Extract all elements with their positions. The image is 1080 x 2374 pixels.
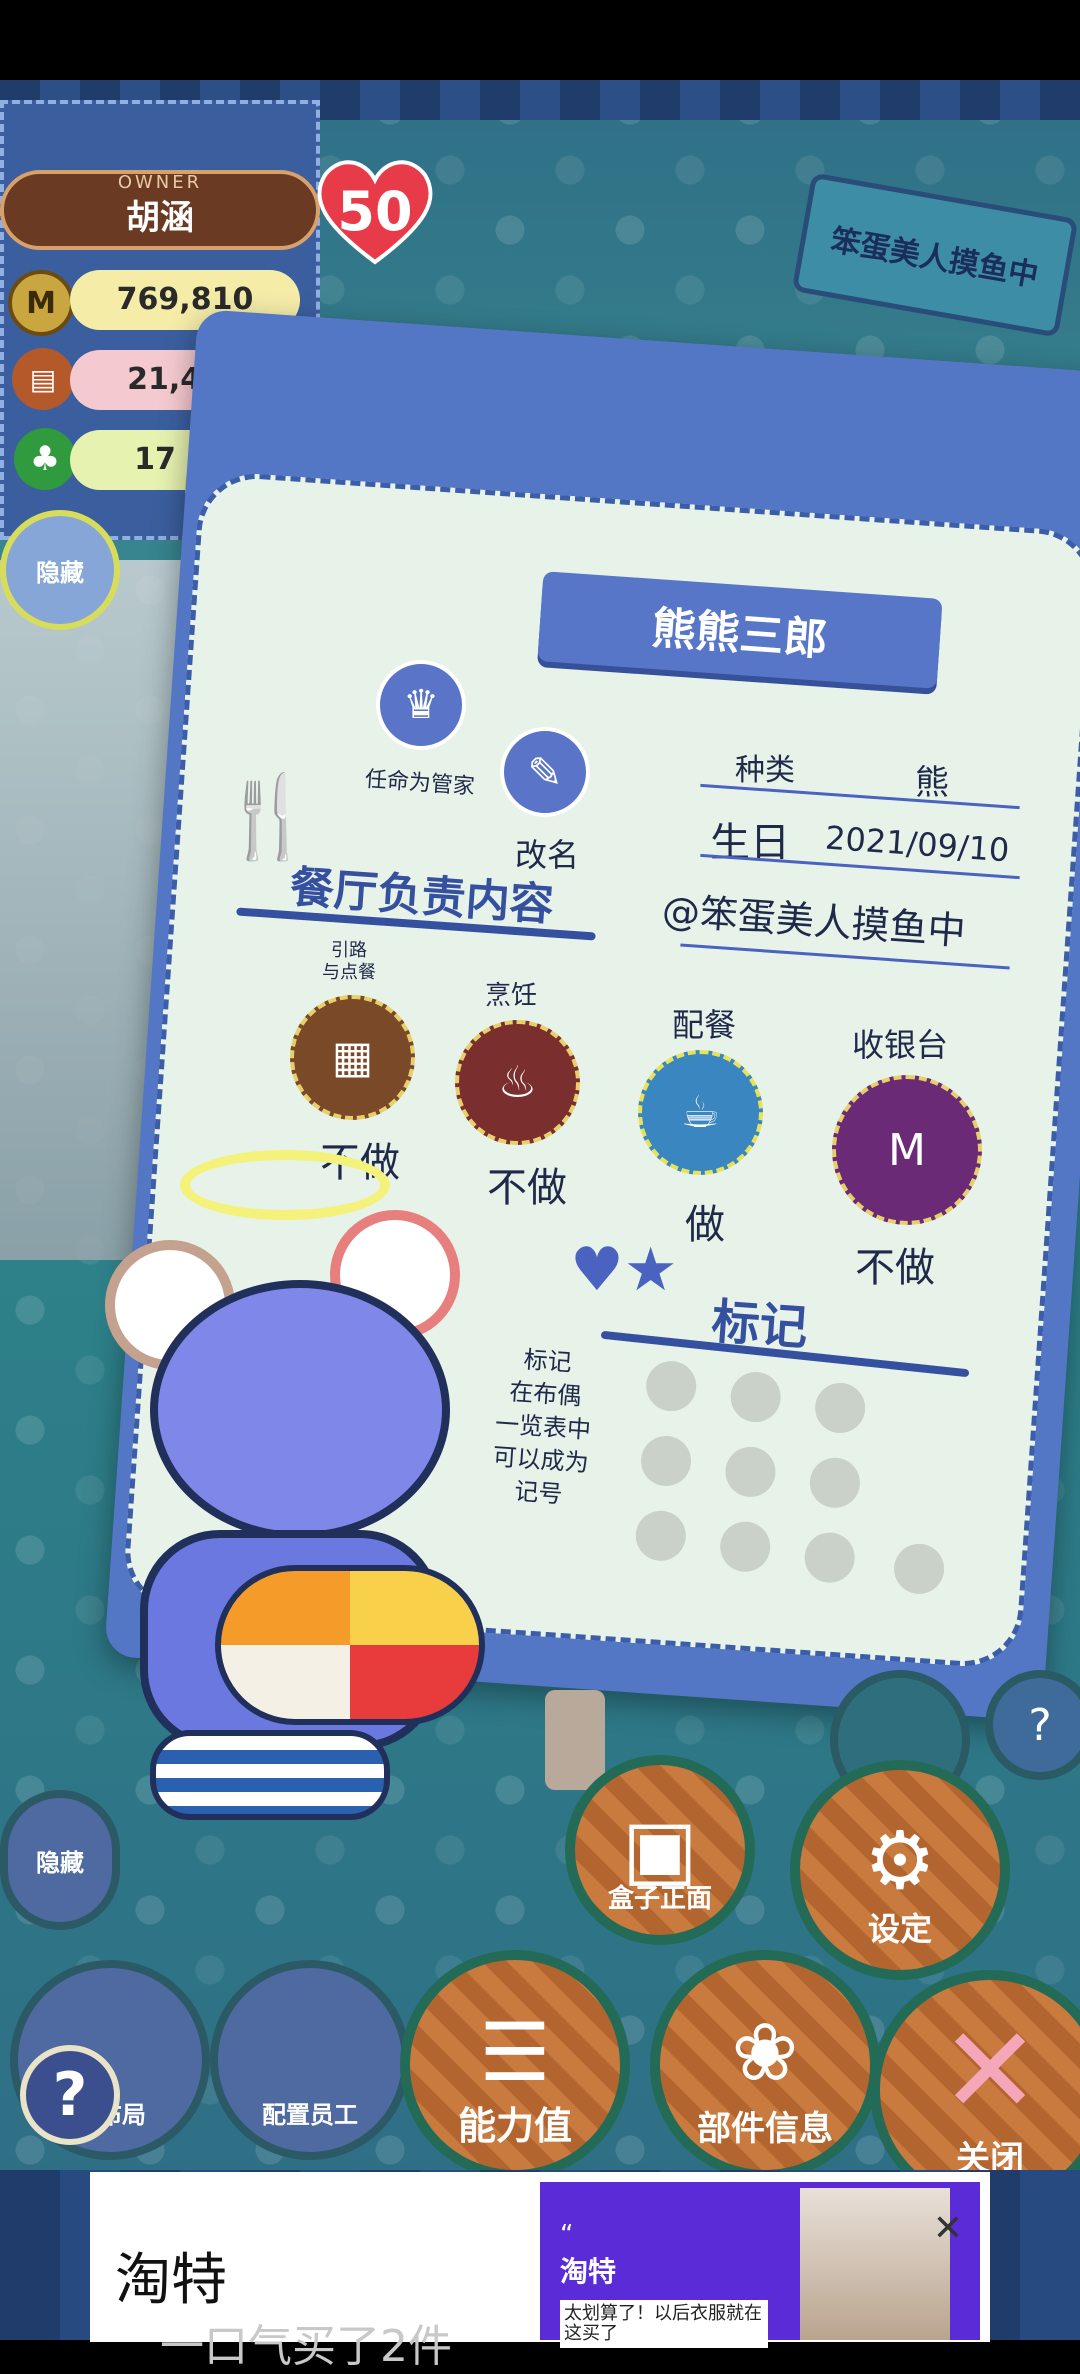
barrel-prop [545,1690,605,1790]
rename-button[interactable]: ✎ [500,727,590,817]
close-icon: ✕ [939,2002,1041,2141]
ability-stats-button[interactable]: ☰ 能力值 [400,1950,630,2180]
duty-label-guide: 引路 与点餐 [322,940,376,983]
ability-stats-label: 能力值 [457,2104,572,2148]
hide-bottom-button[interactable]: 隐藏 [0,1790,120,1930]
mark-description: 标记 在布偶 一览表中 可以成为 记号 [491,1345,592,1509]
gear-icon: ⚙ [864,1814,936,1907]
duty-status-cook: 不做 [487,1165,567,1211]
duty-label-cashier: 收银台 [852,1026,949,1064]
duty-status-serve: 做 [685,1202,725,1248]
hide-bottom-label: 隐藏 [36,1848,84,1877]
help-button[interactable]: ? [20,2045,120,2145]
character-name: 熊熊三郎 [650,602,830,667]
ad-media-note: 太划算了！以后衣服就在这买了 [560,2300,768,2348]
mark-option[interactable] [718,1520,772,1574]
settings-label: 设定 [867,1910,932,1948]
bear-character-head[interactable] [150,1280,450,1540]
duty-status-cashier: 不做 [855,1245,935,1291]
ad-close-icon[interactable]: ✕ [925,2205,971,2251]
mark-option[interactable] [808,1456,862,1510]
duty-label-serve: 配餐 [672,1006,737,1044]
type-label: 种类 [735,753,795,788]
ad-quote-mark: “ [560,2220,574,2250]
money-coin-icon: M [8,270,74,336]
fork-knife-icon: 🍴 [218,770,318,863]
bear-striped-legs [150,1730,390,1820]
type-value: 熊 [915,763,949,803]
clover-icon: ♣ [14,428,76,490]
parts-info-button[interactable]: ❀ 部件信息 [650,1950,880,2180]
level-heart-badge: 50 [305,150,445,270]
mark-option[interactable] [892,1542,946,1596]
ingredient-basket-icon: ▤ [12,348,74,410]
halo-icon [180,1150,390,1220]
assign-staff-label: 配置员工 [262,2101,358,2129]
parts-icon: ❀ [731,2006,799,2100]
parts-info-label: 部件信息 [697,2109,833,2149]
hide-panel-label: 隐藏 [36,558,84,587]
status-bar [0,0,1080,80]
mark-option[interactable] [802,1530,857,1585]
owner-name: 胡涵 [126,198,194,238]
mark-option[interactable] [729,1370,783,1424]
list-icon: ☰ [479,2006,551,2100]
help-icon: ? [52,2060,88,2130]
chef-hat-icon[interactable]: ♨ [455,1020,580,1145]
heart-star-icon: ♥★ [570,1235,678,1305]
box-front-button[interactable]: ▣ 盒子正面 [565,1755,755,1945]
mark-option[interactable] [813,1381,867,1435]
table-icon[interactable]: ▦ [290,995,415,1120]
mark-option[interactable] [644,1359,698,1413]
hide-panel-button[interactable]: 隐藏 [0,510,120,630]
cashier-m-icon[interactable]: M [832,1075,982,1225]
swim-ring [215,1565,485,1725]
mark-option[interactable] [639,1434,693,1488]
restaurant-sign-text: 笨蛋美人摸鱼中 [827,222,1041,294]
ad-media-title: 淘特 [560,2255,617,2288]
mark-option[interactable] [634,1509,688,1563]
waiter-icon[interactable]: ☕ [638,1050,763,1175]
mark-option[interactable] [723,1445,778,1499]
appoint-butler-button[interactable]: ♛ [376,660,466,750]
ad-title: 淘特 [115,2248,227,2313]
level-value: 50 [337,180,413,243]
mark-symbol-grid [622,1349,968,1611]
ad-subtitle: 一口气买了2件 [160,2321,452,2372]
settings-button[interactable]: ⚙ 设定 [790,1760,1010,1980]
duty-label-cook: 烹饪 [485,981,538,1011]
box-icon: ▣ [622,1802,698,1896]
assign-staff-button[interactable]: 配置员工 [210,1960,410,2160]
